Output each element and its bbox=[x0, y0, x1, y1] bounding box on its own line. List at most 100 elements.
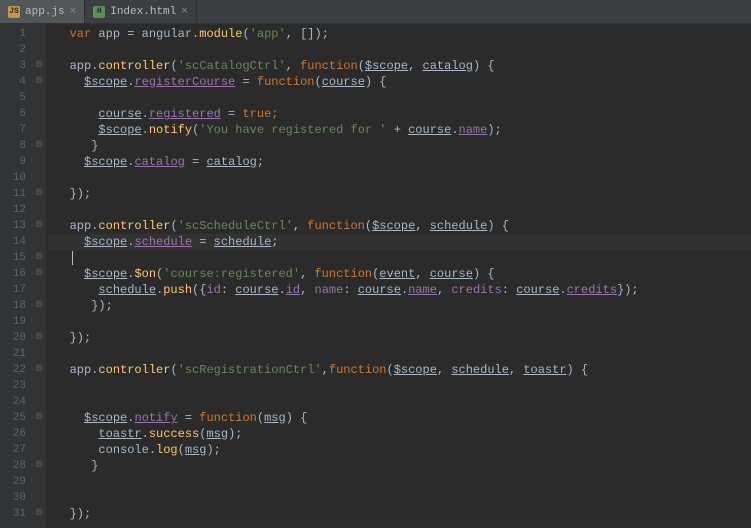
line-number: 15 bbox=[0, 250, 26, 266]
code-line: course.registered = true; bbox=[48, 106, 751, 122]
code-line: $scope.schedule = schedule; bbox=[48, 234, 751, 250]
line-number: 12 bbox=[0, 202, 26, 218]
fold-marker bbox=[32, 154, 46, 170]
code-line: }); bbox=[48, 298, 751, 314]
code-line: }); bbox=[48, 330, 751, 346]
fold-column: ⊟⊟⊟⊟⊟⊟⊟⊟⊟⊟⊟⊟⊟ bbox=[32, 24, 46, 528]
editor: 1234567891011121314151617181920212223242… bbox=[0, 24, 751, 528]
fold-marker bbox=[32, 490, 46, 506]
fold-marker bbox=[32, 394, 46, 410]
tab-app-js[interactable]: JS app.js × bbox=[0, 0, 85, 23]
tab-index-html[interactable]: H Index.html × bbox=[85, 0, 197, 23]
code-line bbox=[48, 474, 751, 490]
code-line: console.log(msg); bbox=[48, 442, 751, 458]
line-number: 20 bbox=[0, 330, 26, 346]
line-number: 8 bbox=[0, 138, 26, 154]
line-number: 10 bbox=[0, 170, 26, 186]
code-line: $scope.notify = function(msg) { bbox=[48, 410, 751, 426]
code-line: var app = angular.module('app', []); bbox=[48, 26, 751, 42]
code-line bbox=[48, 490, 751, 506]
code-line: $scope.$on('course:registered', function… bbox=[48, 266, 751, 282]
line-number: 13 bbox=[0, 218, 26, 234]
code-line: $scope.notify('You have registered for '… bbox=[48, 122, 751, 138]
code-line bbox=[48, 394, 751, 410]
close-icon[interactable]: × bbox=[70, 6, 77, 18]
code-line: toastr.success(msg); bbox=[48, 426, 751, 442]
line-number: 28 bbox=[0, 458, 26, 474]
line-number: 7 bbox=[0, 122, 26, 138]
fold-marker[interactable]: ⊟ bbox=[32, 458, 46, 474]
line-number: 26 bbox=[0, 426, 26, 442]
fold-marker[interactable]: ⊟ bbox=[32, 74, 46, 90]
fold-marker bbox=[32, 426, 46, 442]
line-number: 25 bbox=[0, 410, 26, 426]
code-line: schedule.push({id: course.id, name: cour… bbox=[48, 282, 751, 298]
fold-marker[interactable]: ⊟ bbox=[32, 506, 46, 522]
fold-marker[interactable]: ⊟ bbox=[32, 186, 46, 202]
line-number: 29 bbox=[0, 474, 26, 490]
line-number-gutter: 1234567891011121314151617181920212223242… bbox=[0, 24, 32, 528]
line-number: 16 bbox=[0, 266, 26, 282]
fold-marker[interactable]: ⊟ bbox=[32, 410, 46, 426]
close-icon[interactable]: × bbox=[181, 6, 188, 18]
tab-label: app.js bbox=[25, 6, 65, 18]
fold-marker[interactable]: ⊟ bbox=[32, 362, 46, 378]
line-number: 18 bbox=[0, 298, 26, 314]
code-line: }); bbox=[48, 506, 751, 522]
fold-marker[interactable]: ⊟ bbox=[32, 218, 46, 234]
fold-marker bbox=[32, 106, 46, 122]
code-line bbox=[48, 202, 751, 218]
code-line bbox=[48, 314, 751, 330]
line-number: 11 bbox=[0, 186, 26, 202]
line-number: 2 bbox=[0, 42, 26, 58]
fold-marker bbox=[32, 90, 46, 106]
fold-marker[interactable]: ⊟ bbox=[32, 266, 46, 282]
code-line bbox=[48, 378, 751, 394]
fold-marker[interactable]: ⊟ bbox=[32, 250, 46, 266]
code-line: $scope.catalog = catalog; bbox=[48, 154, 751, 170]
html-file-icon: H bbox=[93, 6, 105, 18]
code-line: }); bbox=[48, 186, 751, 202]
line-number: 17 bbox=[0, 282, 26, 298]
line-number: 21 bbox=[0, 346, 26, 362]
fold-marker[interactable]: ⊟ bbox=[32, 138, 46, 154]
fold-marker bbox=[32, 442, 46, 458]
line-number: 27 bbox=[0, 442, 26, 458]
code-line bbox=[48, 346, 751, 362]
fold-marker bbox=[32, 170, 46, 186]
fold-marker bbox=[32, 202, 46, 218]
fold-marker[interactable]: ⊟ bbox=[32, 330, 46, 346]
fold-marker[interactable]: ⊟ bbox=[32, 58, 46, 74]
line-number: 6 bbox=[0, 106, 26, 122]
line-number: 1 bbox=[0, 26, 26, 42]
fold-marker bbox=[32, 282, 46, 298]
fold-marker bbox=[32, 378, 46, 394]
js-file-icon: JS bbox=[8, 6, 20, 18]
code-line bbox=[48, 42, 751, 58]
line-number: 30 bbox=[0, 490, 26, 506]
fold-marker bbox=[32, 474, 46, 490]
line-number: 4 bbox=[0, 74, 26, 90]
fold-marker bbox=[32, 346, 46, 362]
code-area[interactable]: var app = angular.module('app', []); app… bbox=[46, 24, 751, 528]
code-line bbox=[48, 170, 751, 186]
line-number: 5 bbox=[0, 90, 26, 106]
line-number: 22 bbox=[0, 362, 26, 378]
code-line bbox=[48, 90, 751, 106]
line-number: 24 bbox=[0, 394, 26, 410]
line-number: 9 bbox=[0, 154, 26, 170]
fold-marker[interactable]: ⊟ bbox=[32, 298, 46, 314]
code-line bbox=[48, 250, 751, 266]
code-line: $scope.registerCourse = function(course)… bbox=[48, 74, 751, 90]
code-line: app.controller('scRegistrationCtrl',func… bbox=[48, 362, 751, 378]
line-number: 3 bbox=[0, 58, 26, 74]
line-number: 14 bbox=[0, 234, 26, 250]
code-line: } bbox=[48, 138, 751, 154]
tab-bar: JS app.js × H Index.html × bbox=[0, 0, 751, 24]
line-number: 23 bbox=[0, 378, 26, 394]
fold-marker bbox=[32, 122, 46, 138]
fold-marker bbox=[32, 42, 46, 58]
fold-marker bbox=[32, 314, 46, 330]
fold-marker bbox=[32, 26, 46, 42]
code-line: app.controller('scCatalogCtrl', function… bbox=[48, 58, 751, 74]
